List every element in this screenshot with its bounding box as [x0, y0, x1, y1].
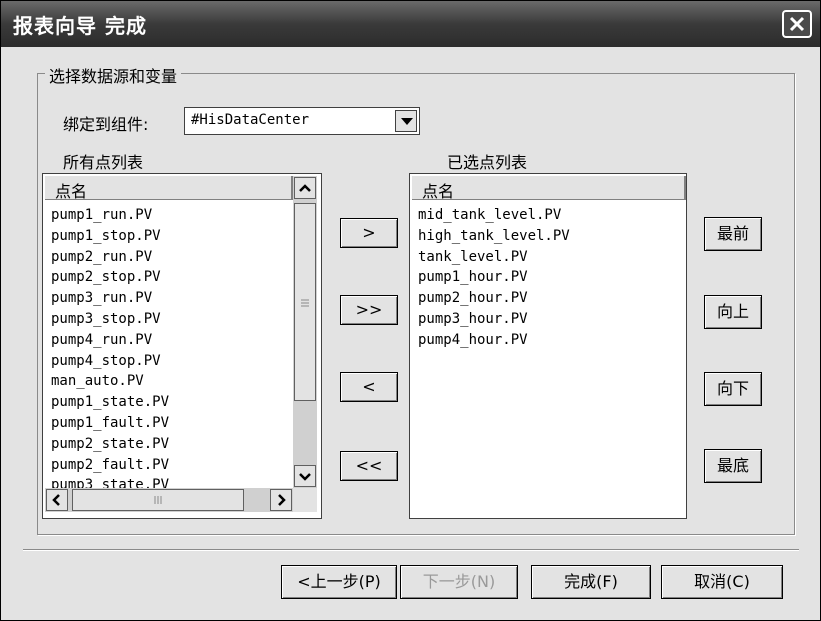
selected-points-list[interactable]: 点名 mid_tank_level.PV high_tank_level.PV ta…	[409, 173, 687, 519]
groupbox-legend: 选择数据源和变量	[45, 63, 182, 87]
footer-separator	[23, 549, 799, 551]
chevron-left-icon	[52, 494, 60, 506]
chevron-down-icon	[299, 473, 311, 481]
title-bar[interactable]: 报表向导 完成	[1, 1, 820, 47]
chevron-right-icon	[278, 494, 286, 506]
next-button[interactable]: 下一步(N)	[400, 565, 518, 599]
list-item[interactable]: pump2_run.PV	[51, 247, 169, 268]
scrollbar-corner	[293, 488, 317, 512]
list-item[interactable]: pump1_state.PV	[51, 392, 169, 413]
scroll-up-button[interactable]	[294, 177, 316, 199]
all-points-title: 所有点列表	[63, 153, 144, 172]
chevron-up-icon	[299, 184, 311, 192]
list-item[interactable]: pump2_hour.PV	[418, 288, 570, 309]
move-down-button[interactable]: 向下	[704, 372, 762, 406]
list-item[interactable]: pump4_stop.PV	[51, 351, 169, 372]
scroll-left-button[interactable]	[46, 489, 68, 511]
bind-component-value: #HisDataCenter	[191, 112, 310, 128]
selected-points-title: 已选点列表	[447, 153, 528, 172]
list-item[interactable]: man_auto.PV	[51, 371, 169, 392]
close-button[interactable]	[782, 10, 812, 38]
add-selected-button[interactable]: >	[340, 218, 398, 248]
list-item[interactable]: pump3_stop.PV	[51, 309, 169, 330]
scroll-down-button[interactable]	[294, 465, 316, 487]
cancel-button[interactable]: 取消(C)	[661, 565, 783, 599]
bind-component-label: 绑定到组件:	[63, 115, 149, 134]
remove-all-button[interactable]: <<	[340, 451, 398, 481]
list-item[interactable]: pump1_stop.PV	[51, 226, 169, 247]
list-item[interactable]: pump4_run.PV	[51, 330, 169, 351]
list-item[interactable]: pump2_state.PV	[51, 434, 169, 455]
previous-button[interactable]: <上一步(P)	[281, 565, 397, 599]
move-up-button[interactable]: 向上	[704, 295, 762, 329]
list-item[interactable]: pump1_hour.PV	[418, 267, 570, 288]
all-points-list[interactable]: 点名 pump1_run.PV pump1_stop.PV pump2_run.PV…	[42, 173, 322, 519]
horizontal-scroll-thumb[interactable]	[72, 489, 244, 511]
chevron-down-icon	[401, 118, 413, 125]
column-header-point-name[interactable]: 点名	[45, 176, 293, 201]
vertical-scrollbar[interactable]	[293, 176, 317, 488]
list-item[interactable]: pump1_fault.PV	[51, 413, 169, 434]
window-title: 报表向导 完成	[13, 14, 147, 38]
move-last-button[interactable]: 最底	[704, 449, 762, 483]
remove-selected-button[interactable]: <	[340, 372, 398, 402]
report-wizard-dialog: 报表向导 完成 选择数据源和变量 绑定到组件: #HisDataCenter 所…	[0, 0, 821, 621]
list-item[interactable]: pump2_fault.PV	[51, 455, 169, 476]
close-icon	[789, 16, 805, 32]
bind-component-select[interactable]: #HisDataCenter	[184, 107, 420, 135]
scroll-right-button[interactable]	[270, 489, 292, 511]
move-first-button[interactable]: 最前	[704, 217, 762, 251]
list-item[interactable]: pump3_hour.PV	[418, 309, 570, 330]
column-header-point-name[interactable]: 点名	[412, 176, 686, 201]
grip-icon	[154, 496, 162, 504]
list-item[interactable]: pump3_run.PV	[51, 288, 169, 309]
list-item[interactable]: mid_tank_level.PV	[418, 205, 570, 226]
grip-icon	[301, 299, 309, 307]
list-item[interactable]: pump1_run.PV	[51, 205, 169, 226]
list-item[interactable]: pump4_hour.PV	[418, 330, 570, 351]
add-all-button[interactable]: >>	[340, 295, 398, 325]
list-item[interactable]: high_tank_level.PV	[418, 226, 570, 247]
all-points-items: pump1_run.PV pump1_stop.PV pump2_run.PV pum…	[51, 205, 169, 496]
vertical-scroll-thumb[interactable]	[294, 203, 316, 401]
selected-points-items: mid_tank_level.PV high_tank_level.PV tank_…	[418, 205, 570, 351]
list-item[interactable]: pump2_stop.PV	[51, 267, 169, 288]
dropdown-button[interactable]	[395, 110, 417, 132]
horizontal-scrollbar[interactable]	[45, 488, 293, 512]
list-item[interactable]: tank_level.PV	[418, 247, 570, 268]
finish-button[interactable]: 完成(F)	[531, 565, 651, 599]
